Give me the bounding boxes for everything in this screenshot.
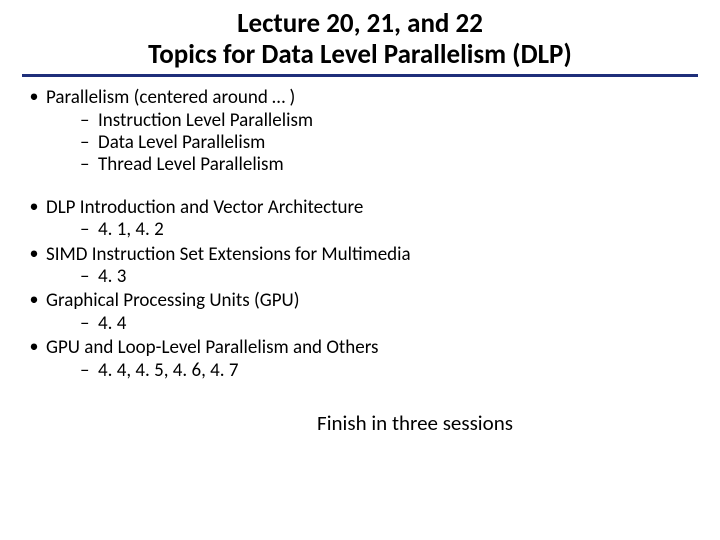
bullet-item: •SIMD Instruction Set Extensions for Mul… [22,244,698,266]
sub-group: –Instruction Level Parallelism–Data Leve… [80,110,698,177]
sub-item: –4. 4, 4. 5, 4. 6, 4. 7 [80,360,698,382]
bullet-icon: • [22,290,46,310]
title-line-2: Topics for Data Level Parallelism (DLP) [62,39,658,70]
bullet-text: GPU and Loop-Level Parallelism and Other… [46,336,378,359]
sub-text: Data Level Parallelism [98,131,265,154]
bullet-item: •Graphical Processing Units (GPU) [22,290,698,312]
sub-text: Thread Level Parallelism [98,153,284,176]
bullet-item: •DLP Introduction and Vector Architectur… [22,197,698,219]
bullet-icon: • [22,87,46,107]
dash-icon: – [80,132,98,154]
bullet-icon: • [22,197,46,217]
sub-group: –4. 3 [80,266,698,288]
sub-text: 4. 1, 4. 2 [98,218,164,241]
slide-title: Lecture 20, 21, and 22 Topics for Data L… [22,8,698,77]
sub-group: –4. 4, 4. 5, 4. 6, 4. 7 [80,360,698,382]
dash-icon: – [80,360,98,382]
bullet-text: Parallelism (centered around … ) [46,86,295,109]
sub-item: –4. 1, 4. 2 [80,219,698,241]
sub-text: Instruction Level Parallelism [98,109,313,132]
sub-item: –4. 3 [80,266,698,288]
dash-icon: – [80,110,98,132]
dash-icon: – [80,266,98,288]
sub-item: –Instruction Level Parallelism [80,110,698,132]
sub-item: –4. 4 [80,313,698,335]
slide: Lecture 20, 21, and 22 Topics for Data L… [0,0,720,540]
bullet-text: Graphical Processing Units (GPU) [46,289,300,312]
slide-content: •Parallelism (centered around … )–Instru… [22,87,698,382]
spacer [22,177,698,195]
sub-text: 4. 4, 4. 5, 4. 6, 4. 7 [98,359,239,382]
footer-note: Finish in three sessions [22,410,698,436]
sub-item: –Data Level Parallelism [80,132,698,154]
bullet-icon: • [22,244,46,264]
dash-icon: – [80,154,98,176]
bullet-item: •GPU and Loop-Level Parallelism and Othe… [22,337,698,359]
bullet-text: DLP Introduction and Vector Architecture [46,196,363,219]
dash-icon: – [80,219,98,241]
sub-text: 4. 4 [98,312,126,335]
sub-group: –4. 4 [80,313,698,335]
sub-item: –Thread Level Parallelism [80,154,698,176]
title-line-1: Lecture 20, 21, and 22 [62,8,658,39]
bullet-icon: • [22,337,46,357]
bullet-text: SIMD Instruction Set Extensions for Mult… [46,243,411,266]
sub-text: 4. 3 [98,265,126,288]
dash-icon: – [80,313,98,335]
bullet-item: •Parallelism (centered around … ) [22,87,698,109]
sub-group: –4. 1, 4. 2 [80,219,698,241]
